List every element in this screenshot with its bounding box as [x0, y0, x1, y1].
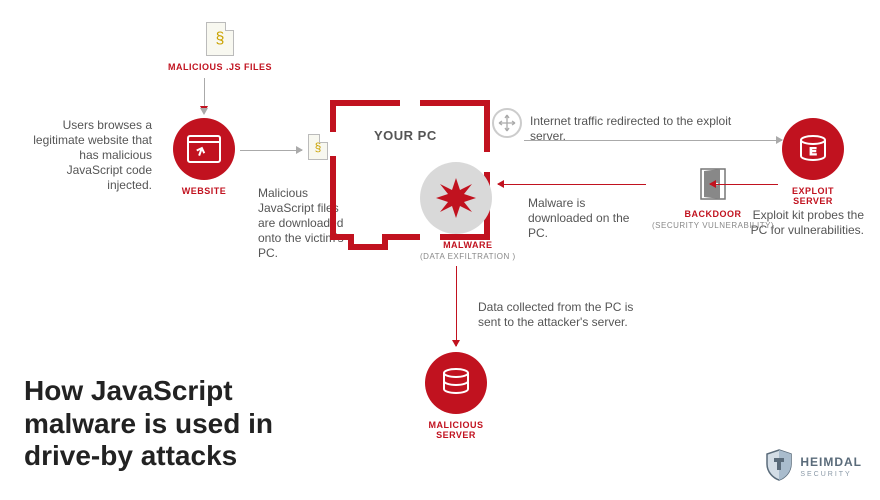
arrow-pc-to-exploit	[524, 140, 782, 141]
js-files-label: MALICIOUS .JS FILES	[168, 62, 272, 72]
burst-icon	[434, 176, 478, 220]
arrow-backdoor-to-malware	[498, 184, 646, 185]
node-website: WEBSITE	[173, 118, 235, 196]
website-icon	[173, 118, 235, 180]
malicious-server-label: MALICIOUS SERVER	[411, 420, 501, 440]
svg-text:E: E	[809, 146, 816, 158]
backdoor-label: BACKDOOR	[652, 209, 774, 219]
malware-sublabel: (DATA EXFILTRATION )	[420, 252, 516, 261]
shield-icon	[764, 448, 794, 482]
malicious-server-icon	[425, 352, 487, 414]
node-malicious-server: MALICIOUS SERVER	[425, 352, 501, 440]
backdoor-sublabel: (SECURITY VULNERABILITY)	[652, 221, 774, 230]
your-pc-label: YOUR PC	[374, 128, 437, 143]
website-label: WEBSITE	[173, 186, 235, 196]
brand-name: HEIMDAL	[800, 455, 862, 469]
arrow-jsfiles-to-website	[204, 78, 205, 112]
exploit-server-label: EXPLOIT SERVER	[773, 186, 853, 206]
desc-malware-dl: Malware is downloaded on the PC.	[528, 196, 638, 241]
arrow-malware-to-server	[456, 266, 457, 346]
brand-logo: HEIMDAL SECURITY	[764, 448, 862, 482]
node-exploit-server: E EXPLOIT SERVER	[782, 118, 853, 206]
malware-label: MALWARE	[420, 240, 516, 250]
arrow-website-to-pc	[240, 150, 302, 151]
node-js-files: § MALICIOUS .JS FILES	[168, 22, 272, 72]
desc-exfil: Data collected from the PC is sent to th…	[478, 300, 648, 330]
desc-browse: Users browses a legitimate website that …	[24, 118, 152, 193]
node-backdoor: BACKDOOR (SECURITY VULNERABILITY)	[652, 168, 774, 230]
js-file-icon: §	[206, 22, 234, 56]
diagram-title: How JavaScript malware is used in drive-…	[24, 375, 304, 472]
malware-circle	[420, 162, 492, 234]
arrow-exploit-to-backdoor	[710, 184, 778, 185]
small-js-file-icon: §	[308, 134, 328, 160]
node-malware: MALWARE (DATA EXFILTRATION )	[420, 162, 516, 261]
exploit-server-icon: E	[782, 118, 844, 180]
redirect-icon	[492, 108, 522, 138]
